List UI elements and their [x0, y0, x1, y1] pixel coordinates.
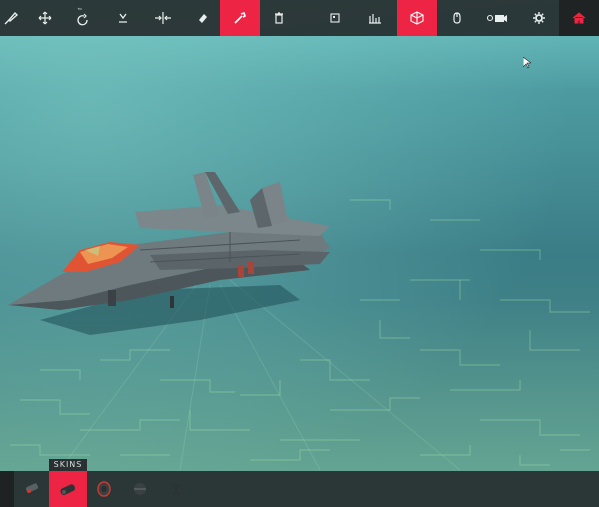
block-cube-icon — [410, 11, 424, 25]
home-button[interactable] — [559, 0, 599, 36]
bomb-block-button[interactable] — [126, 471, 154, 507]
cannon-block-button[interactable] — [18, 471, 46, 507]
camera-icon — [486, 14, 507, 22]
stats-button[interactable] — [358, 0, 392, 36]
rotate-icon — [77, 7, 88, 26]
delete-button[interactable] — [262, 0, 296, 36]
gear-icon — [533, 12, 545, 24]
game-viewport[interactable] — [0, 0, 599, 507]
bottom-bar-edge — [0, 471, 14, 507]
grabber-block-icon — [172, 482, 180, 496]
grabber-block-button[interactable] — [162, 471, 190, 507]
eraser-icon — [199, 14, 207, 23]
skins-tab-label: SKINS — [49, 459, 87, 471]
mirror-button[interactable] — [146, 0, 180, 36]
rotate-button[interactable] — [66, 0, 100, 36]
settings-button[interactable] — [522, 0, 556, 36]
eraser-button[interactable] — [186, 0, 220, 36]
skin-block-icon — [60, 484, 76, 496]
move-icon — [38, 11, 52, 25]
stats-icon — [369, 14, 381, 24]
brush-tool-button[interactable] — [0, 0, 22, 36]
mouse-cursor-icon — [523, 57, 531, 69]
wheel-block-icon — [97, 481, 111, 497]
copy-button[interactable] — [318, 0, 352, 36]
move-button[interactable] — [28, 0, 62, 36]
snap-down-button[interactable] — [106, 0, 140, 36]
bomb-block-icon — [134, 483, 146, 495]
wrench-icon — [234, 11, 246, 24]
mirror-icon — [155, 12, 171, 24]
brush-tool-icon — [4, 11, 19, 25]
mouse-icon — [453, 12, 461, 24]
copy-icon — [330, 13, 340, 23]
snap-down-icon — [119, 13, 127, 23]
wheel-block-button[interactable] — [90, 471, 118, 507]
camera-button[interactable] — [480, 0, 514, 36]
block-cube-button[interactable] — [397, 0, 437, 36]
home-icon — [572, 12, 586, 24]
cannon-block-icon — [25, 483, 39, 493]
trash-icon — [275, 12, 283, 24]
skin-block-button[interactable] — [49, 471, 87, 507]
mouse-button[interactable] — [440, 0, 474, 36]
wrench-button[interactable] — [220, 0, 260, 36]
